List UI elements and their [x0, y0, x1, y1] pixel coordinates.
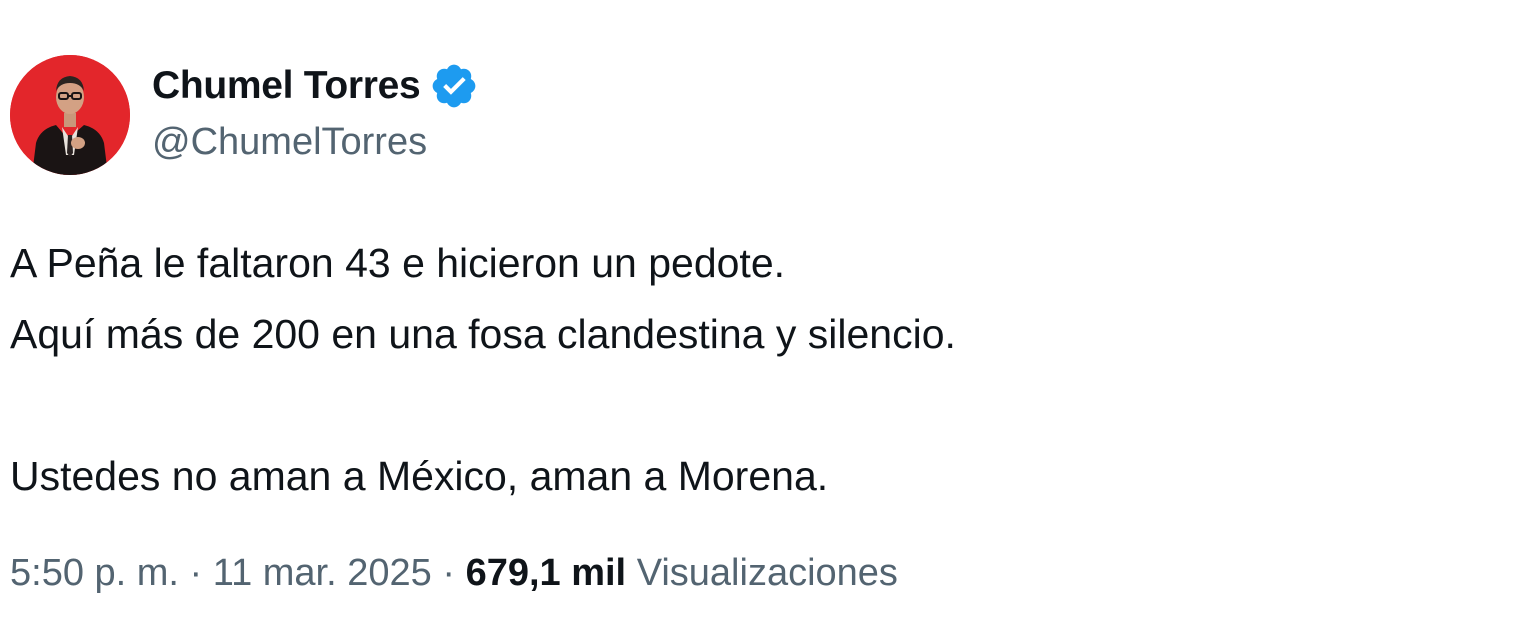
- tweet-date: 11 mar. 2025: [212, 552, 432, 594]
- views-label: Visualizaciones: [636, 552, 898, 594]
- tweet-card: Chumel Torres @ChumelTorres A Peña le fa…: [0, 0, 1513, 620]
- avatar[interactable]: [10, 55, 130, 175]
- tweet-text-line: A Peña le faltaron 43 e hicieron un pedo…: [10, 240, 786, 286]
- meta-separator: ·: [189, 552, 203, 594]
- verified-badge-icon[interactable]: [429, 61, 479, 111]
- tweet-time: 5:50 p. m.: [10, 552, 179, 594]
- tweet-text-line: Ustedes no aman a México, aman a Morena.: [10, 453, 829, 499]
- avatar-portrait-icon: [10, 55, 130, 175]
- meta-separator: ·: [442, 552, 455, 594]
- tweet-text-line: Aquí más de 200 en una fosa clandestina …: [10, 311, 956, 357]
- views-count: 679,1 mil: [465, 552, 627, 594]
- tweet-text-blank-line: [10, 370, 1490, 441]
- tweet-timestamp[interactable]: 5:50 p. m. · 11 mar. 2025: [10, 552, 432, 594]
- author-name-row: Chumel Torres: [152, 62, 479, 110]
- tweet-meta: 5:50 p. m. · 11 mar. 2025 · 679,1 mil Vi…: [10, 552, 898, 595]
- tweet-text: A Peña le faltaron 43 e hicieron un pedo…: [10, 228, 1490, 512]
- author-display-name[interactable]: Chumel Torres: [152, 64, 421, 108]
- author-handle[interactable]: @ChumelTorres: [152, 121, 427, 164]
